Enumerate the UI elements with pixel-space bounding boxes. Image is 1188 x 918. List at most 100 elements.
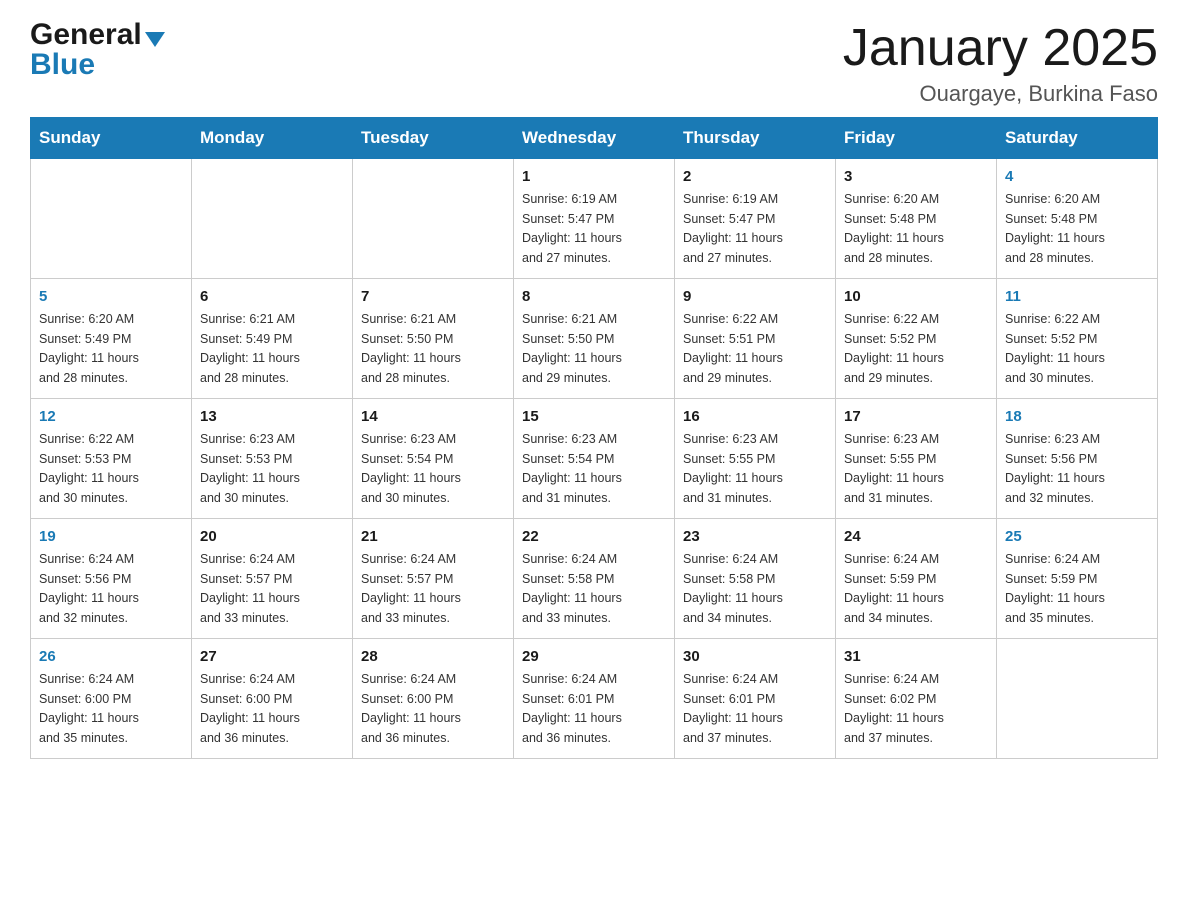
day-number: 8: [522, 285, 666, 308]
day-number: 20: [200, 525, 344, 548]
calendar-cell: [31, 159, 192, 279]
calendar-cell: 20Sunrise: 6:24 AM Sunset: 5:57 PM Dayli…: [192, 519, 353, 639]
header-sunday: Sunday: [31, 118, 192, 159]
day-info: Sunrise: 6:22 AM Sunset: 5:53 PM Dayligh…: [39, 430, 183, 508]
calendar-title: January 2025: [843, 20, 1158, 77]
day-info: Sunrise: 6:24 AM Sunset: 6:01 PM Dayligh…: [522, 670, 666, 748]
calendar-cell: 27Sunrise: 6:24 AM Sunset: 6:00 PM Dayli…: [192, 639, 353, 759]
calendar-cell: 1Sunrise: 6:19 AM Sunset: 5:47 PM Daylig…: [514, 159, 675, 279]
day-info: Sunrise: 6:21 AM Sunset: 5:49 PM Dayligh…: [200, 310, 344, 388]
day-number: 5: [39, 285, 183, 308]
calendar-cell: 15Sunrise: 6:23 AM Sunset: 5:54 PM Dayli…: [514, 399, 675, 519]
day-info: Sunrise: 6:21 AM Sunset: 5:50 PM Dayligh…: [361, 310, 505, 388]
day-info: Sunrise: 6:23 AM Sunset: 5:55 PM Dayligh…: [844, 430, 988, 508]
header-friday: Friday: [836, 118, 997, 159]
day-info: Sunrise: 6:20 AM Sunset: 5:49 PM Dayligh…: [39, 310, 183, 388]
calendar-cell: 19Sunrise: 6:24 AM Sunset: 5:56 PM Dayli…: [31, 519, 192, 639]
header-saturday: Saturday: [997, 118, 1158, 159]
day-number: 14: [361, 405, 505, 428]
calendar-cell: [997, 639, 1158, 759]
day-info: Sunrise: 6:23 AM Sunset: 5:55 PM Dayligh…: [683, 430, 827, 508]
day-info: Sunrise: 6:22 AM Sunset: 5:52 PM Dayligh…: [844, 310, 988, 388]
day-number: 17: [844, 405, 988, 428]
day-info: Sunrise: 6:21 AM Sunset: 5:50 PM Dayligh…: [522, 310, 666, 388]
calendar-week-4: 19Sunrise: 6:24 AM Sunset: 5:56 PM Dayli…: [31, 519, 1158, 639]
calendar-cell: 5Sunrise: 6:20 AM Sunset: 5:49 PM Daylig…: [31, 279, 192, 399]
calendar-cell: 10Sunrise: 6:22 AM Sunset: 5:52 PM Dayli…: [836, 279, 997, 399]
calendar-cell: 18Sunrise: 6:23 AM Sunset: 5:56 PM Dayli…: [997, 399, 1158, 519]
day-info: Sunrise: 6:20 AM Sunset: 5:48 PM Dayligh…: [844, 190, 988, 268]
day-number: 4: [1005, 165, 1149, 188]
day-info: Sunrise: 6:23 AM Sunset: 5:53 PM Dayligh…: [200, 430, 344, 508]
calendar-subtitle: Ouargaye, Burkina Faso: [843, 81, 1158, 107]
day-info: Sunrise: 6:24 AM Sunset: 5:57 PM Dayligh…: [200, 550, 344, 628]
logo-blue: Blue: [30, 50, 95, 80]
day-info: Sunrise: 6:23 AM Sunset: 5:54 PM Dayligh…: [522, 430, 666, 508]
calendar-header-row: SundayMondayTuesdayWednesdayThursdayFrid…: [31, 118, 1158, 159]
logo-arrow-icon: [145, 32, 165, 47]
calendar-cell: 31Sunrise: 6:24 AM Sunset: 6:02 PM Dayli…: [836, 639, 997, 759]
day-number: 26: [39, 645, 183, 668]
calendar-cell: 30Sunrise: 6:24 AM Sunset: 6:01 PM Dayli…: [675, 639, 836, 759]
day-info: Sunrise: 6:19 AM Sunset: 5:47 PM Dayligh…: [522, 190, 666, 268]
calendar-cell: 13Sunrise: 6:23 AM Sunset: 5:53 PM Dayli…: [192, 399, 353, 519]
calendar-week-5: 26Sunrise: 6:24 AM Sunset: 6:00 PM Dayli…: [31, 639, 1158, 759]
day-number: 18: [1005, 405, 1149, 428]
header-tuesday: Tuesday: [353, 118, 514, 159]
calendar-cell: 16Sunrise: 6:23 AM Sunset: 5:55 PM Dayli…: [675, 399, 836, 519]
day-number: 29: [522, 645, 666, 668]
day-info: Sunrise: 6:22 AM Sunset: 5:52 PM Dayligh…: [1005, 310, 1149, 388]
day-number: 28: [361, 645, 505, 668]
calendar-cell: 29Sunrise: 6:24 AM Sunset: 6:01 PM Dayli…: [514, 639, 675, 759]
calendar-cell: 12Sunrise: 6:22 AM Sunset: 5:53 PM Dayli…: [31, 399, 192, 519]
logo-general: General: [30, 20, 142, 50]
calendar-cell: 9Sunrise: 6:22 AM Sunset: 5:51 PM Daylig…: [675, 279, 836, 399]
day-info: Sunrise: 6:24 AM Sunset: 6:00 PM Dayligh…: [361, 670, 505, 748]
day-number: 31: [844, 645, 988, 668]
header-wednesday: Wednesday: [514, 118, 675, 159]
day-number: 12: [39, 405, 183, 428]
day-number: 1: [522, 165, 666, 188]
day-number: 21: [361, 525, 505, 548]
calendar-cell: 7Sunrise: 6:21 AM Sunset: 5:50 PM Daylig…: [353, 279, 514, 399]
title-block: January 2025 Ouargaye, Burkina Faso: [843, 20, 1158, 107]
day-number: 6: [200, 285, 344, 308]
day-info: Sunrise: 6:24 AM Sunset: 6:02 PM Dayligh…: [844, 670, 988, 748]
day-number: 10: [844, 285, 988, 308]
header-monday: Monday: [192, 118, 353, 159]
day-info: Sunrise: 6:23 AM Sunset: 5:54 PM Dayligh…: [361, 430, 505, 508]
day-info: Sunrise: 6:24 AM Sunset: 5:56 PM Dayligh…: [39, 550, 183, 628]
calendar-cell: 21Sunrise: 6:24 AM Sunset: 5:57 PM Dayli…: [353, 519, 514, 639]
day-info: Sunrise: 6:22 AM Sunset: 5:51 PM Dayligh…: [683, 310, 827, 388]
day-info: Sunrise: 6:24 AM Sunset: 5:57 PM Dayligh…: [361, 550, 505, 628]
calendar-cell: 3Sunrise: 6:20 AM Sunset: 5:48 PM Daylig…: [836, 159, 997, 279]
calendar-cell: 4Sunrise: 6:20 AM Sunset: 5:48 PM Daylig…: [997, 159, 1158, 279]
day-info: Sunrise: 6:24 AM Sunset: 6:01 PM Dayligh…: [683, 670, 827, 748]
calendar-cell: 22Sunrise: 6:24 AM Sunset: 5:58 PM Dayli…: [514, 519, 675, 639]
calendar-cell: 25Sunrise: 6:24 AM Sunset: 5:59 PM Dayli…: [997, 519, 1158, 639]
day-number: 7: [361, 285, 505, 308]
day-number: 11: [1005, 285, 1149, 308]
day-number: 24: [844, 525, 988, 548]
day-info: Sunrise: 6:24 AM Sunset: 5:58 PM Dayligh…: [522, 550, 666, 628]
calendar-table: SundayMondayTuesdayWednesdayThursdayFrid…: [30, 117, 1158, 759]
calendar-week-2: 5Sunrise: 6:20 AM Sunset: 5:49 PM Daylig…: [31, 279, 1158, 399]
day-info: Sunrise: 6:24 AM Sunset: 5:59 PM Dayligh…: [844, 550, 988, 628]
day-info: Sunrise: 6:24 AM Sunset: 5:59 PM Dayligh…: [1005, 550, 1149, 628]
calendar-cell: 26Sunrise: 6:24 AM Sunset: 6:00 PM Dayli…: [31, 639, 192, 759]
day-number: 19: [39, 525, 183, 548]
day-number: 30: [683, 645, 827, 668]
page-header: General Blue January 2025 Ouargaye, Burk…: [30, 20, 1158, 107]
day-info: Sunrise: 6:20 AM Sunset: 5:48 PM Dayligh…: [1005, 190, 1149, 268]
header-thursday: Thursday: [675, 118, 836, 159]
calendar-cell: 17Sunrise: 6:23 AM Sunset: 5:55 PM Dayli…: [836, 399, 997, 519]
calendar-cell: [353, 159, 514, 279]
calendar-cell: 6Sunrise: 6:21 AM Sunset: 5:49 PM Daylig…: [192, 279, 353, 399]
day-number: 22: [522, 525, 666, 548]
day-info: Sunrise: 6:24 AM Sunset: 5:58 PM Dayligh…: [683, 550, 827, 628]
day-number: 13: [200, 405, 344, 428]
day-info: Sunrise: 6:24 AM Sunset: 6:00 PM Dayligh…: [39, 670, 183, 748]
day-info: Sunrise: 6:24 AM Sunset: 6:00 PM Dayligh…: [200, 670, 344, 748]
calendar-cell: 14Sunrise: 6:23 AM Sunset: 5:54 PM Dayli…: [353, 399, 514, 519]
day-info: Sunrise: 6:19 AM Sunset: 5:47 PM Dayligh…: [683, 190, 827, 268]
